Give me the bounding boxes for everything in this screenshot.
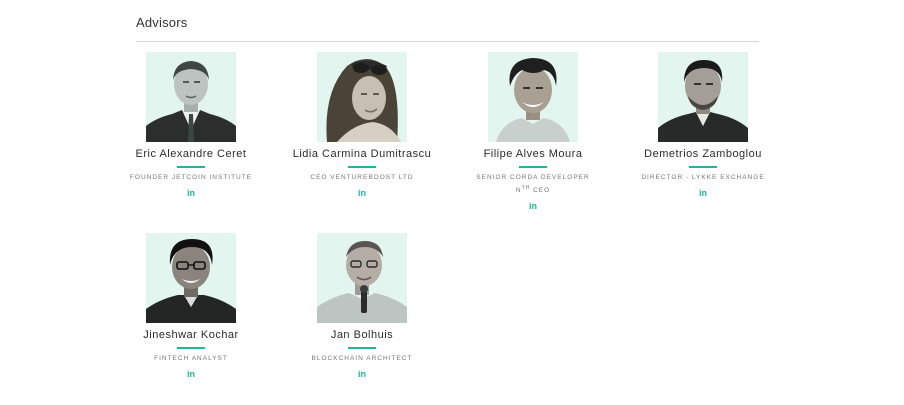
advisor-photo: [317, 52, 407, 142]
advisor-photo: [146, 52, 236, 142]
section-divider: [136, 41, 759, 42]
advisor-name: Filipe Alves Moura: [483, 148, 583, 160]
advisor-role: SENIOR CORDA DEVELOPER NTH CEO: [476, 174, 590, 195]
linkedin-icon[interactable]: in: [187, 368, 195, 380]
linkedin-icon[interactable]: in: [529, 200, 537, 212]
advisor-name: Demetrios Zamboglou: [644, 148, 762, 160]
advisor-card-eric-ceret: Eric Alexandre Ceret FOUNDER JETCOIN INS…: [106, 52, 276, 201]
linkedin-icon[interactable]: in: [699, 187, 707, 199]
advisor-name: Lidia Carmina Dumitrascu: [292, 148, 432, 160]
advisor-card-demetrios-zamboglou: Demetrios Zamboglou DIRECTOR - LYKKE EXC…: [618, 52, 788, 201]
advisor-photo: [658, 52, 748, 142]
advisor-role: BLOCKCHAIN ARCHITECT: [311, 355, 413, 362]
advisor-role: FOUNDER JETCOIN INSTITUTE: [129, 174, 253, 181]
advisor-role: CEO VENTUREBOOST LTD: [310, 174, 414, 181]
linkedin-icon[interactable]: in: [358, 368, 366, 380]
name-underline: [177, 166, 205, 168]
advisor-name: Jineshwar Kochar: [143, 329, 239, 341]
advisor-role: DIRECTOR - LYKKE EXCHANGE: [641, 174, 765, 181]
advisor-card-lidia-dumitrascu: Lidia Carmina Dumitrascu CEO VENTUREBOOS…: [277, 52, 447, 201]
advisor-card-jineshwar-kochar: Jineshwar Kochar FINTECH ANALYST in: [106, 233, 276, 382]
advisor-card-filipe-moura: Filipe Alves Moura SENIOR CORDA DEVELOPE…: [448, 52, 618, 214]
name-underline: [348, 166, 376, 168]
section-title: Advisors: [136, 15, 188, 30]
advisor-photo: [488, 52, 578, 142]
advisor-photo: [317, 233, 407, 323]
advisor-photo: [146, 233, 236, 323]
name-underline: [689, 166, 717, 168]
name-underline: [348, 347, 376, 349]
name-underline: [177, 347, 205, 349]
advisor-name: Jan Bolhuis: [330, 329, 394, 341]
linkedin-icon[interactable]: in: [187, 187, 195, 199]
name-underline: [519, 166, 547, 168]
linkedin-icon[interactable]: in: [358, 187, 366, 199]
advisor-role: FINTECH ANALYST: [154, 355, 228, 362]
advisor-name: Eric Alexandre Ceret: [135, 148, 247, 160]
advisor-card-jan-bolhuis: Jan Bolhuis BLOCKCHAIN ARCHITECT in: [277, 233, 447, 382]
